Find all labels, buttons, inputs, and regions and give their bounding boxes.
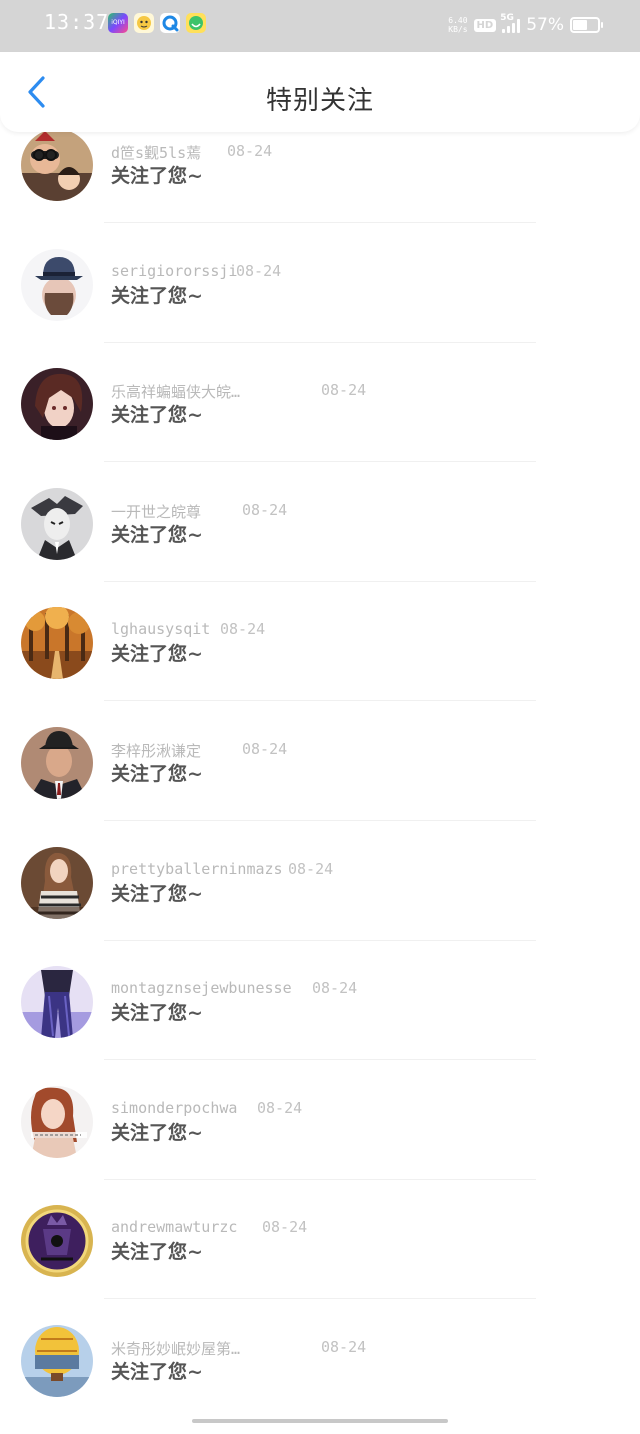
list-item[interactable]: simonderpochwa 08-24 关注了您~ — [0, 1075, 640, 1195]
action-text: 关注了您~ — [111, 643, 203, 666]
date: 08-24 — [257, 1098, 303, 1117]
action-text: 关注了您~ — [111, 882, 203, 905]
list-item[interactable]: montagznsejewbunesse 08-24 关注了您~ — [0, 955, 640, 1075]
action-text: 关注了您~ — [111, 404, 203, 427]
status-bar: 13:37 iQIYI 6.40 KB/s HD 5G 57% — [0, 0, 640, 52]
date: 08-24 — [227, 142, 273, 160]
username[interactable]: simonderpochwa — [111, 1099, 237, 1117]
divider — [104, 461, 536, 463]
username[interactable]: montagznsejewbunesse — [111, 979, 292, 997]
home-indicator[interactable] — [192, 1419, 448, 1423]
divider — [104, 939, 536, 941]
avatar[interactable] — [21, 1085, 93, 1158]
page-title: 特别关注 — [265, 86, 374, 116]
qq-browser-icon — [160, 13, 180, 33]
date: 08-24 — [220, 620, 266, 639]
username[interactable]: 一开世之皖尊 — [111, 501, 201, 522]
username[interactable]: d笸s觐5ls蔫 — [111, 142, 201, 163]
battery-percent: 57% — [526, 15, 564, 35]
avatar[interactable] — [21, 487, 93, 560]
avatar[interactable] — [21, 726, 93, 799]
avatar[interactable] — [21, 846, 93, 919]
hd-badge: HD — [473, 18, 497, 32]
date: 08-24 — [288, 859, 334, 878]
divider — [104, 700, 536, 702]
divider — [104, 1178, 536, 1180]
action-text: 关注了您~ — [111, 762, 203, 785]
action-text: 关注了您~ — [111, 1121, 203, 1144]
username[interactable]: 米奇彤妙岷妙屋第… — [111, 1338, 240, 1359]
username[interactable]: 乐高祥蝙蝠侠大皖… — [111, 381, 240, 402]
network-speed-value: 6.40 — [448, 16, 468, 25]
action-text: 关注了您~ — [111, 284, 203, 307]
date: 08-24 — [312, 979, 358, 998]
list-item[interactable]: 一开世之皖尊 08-24 关注了您~ — [0, 477, 640, 597]
avatar[interactable] — [21, 129, 93, 201]
divider — [104, 222, 536, 223]
list-item[interactable]: serigiororssji 08-24 关注了您~ — [0, 238, 640, 358]
divider — [104, 1059, 536, 1061]
status-time: 13:37 — [44, 10, 110, 34]
action-text: 关注了您~ — [111, 523, 203, 546]
divider — [104, 341, 536, 343]
avatar[interactable] — [21, 248, 93, 321]
action-text: 关注了您~ — [111, 165, 203, 187]
date: 08-24 — [262, 1218, 308, 1237]
avatar[interactable] — [21, 1205, 93, 1278]
list-item[interactable]: d笸s觐5ls蔫 08-24 关注了您~ — [0, 118, 640, 238]
list-item[interactable]: 乐高祥蝙蝠侠大皖… 08-24 关注了您~ — [0, 357, 640, 477]
date: 08-24 — [242, 739, 288, 758]
username[interactable]: 李梓彤湫谦定 — [111, 740, 201, 761]
action-text: 关注了您~ — [111, 1002, 203, 1025]
username[interactable]: lghausysqit — [111, 620, 210, 638]
follower-list: d笸s觐5ls蔫 08-24 关注了您~ serigiororssji 08-2… — [0, 118, 640, 1434]
avatar[interactable] — [21, 368, 93, 441]
username[interactable]: prettyballerninmazs — [111, 860, 283, 878]
iqiyi-app-icon: iQIYI — [108, 13, 128, 33]
date: 08-24 — [242, 500, 288, 519]
avatar[interactable] — [21, 607, 93, 680]
list-item[interactable]: 李梓彤湫谦定 08-24 关注了您~ — [0, 716, 640, 836]
divider — [104, 580, 536, 582]
divider — [104, 1298, 536, 1300]
header: 特别关注 — [0, 52, 640, 132]
smile-app-icon — [186, 13, 206, 33]
network-type-label: 5G — [500, 13, 514, 23]
username[interactable]: serigiororssji — [111, 262, 237, 280]
action-text: 关注了您~ — [111, 1241, 203, 1264]
date: 08-24 — [236, 261, 282, 280]
network-speed: 6.40 KB/s — [448, 16, 467, 34]
date: 08-24 — [321, 1337, 367, 1356]
battery-icon — [570, 17, 603, 33]
username[interactable]: andrewmawturzc — [111, 1218, 237, 1236]
avatar[interactable] — [21, 1324, 93, 1397]
qq-browser-face-icon — [134, 13, 154, 33]
list-item[interactable]: andrewmawturzc 08-24 关注了您~ — [0, 1194, 640, 1314]
list-item[interactable]: prettyballerninmazs 08-24 关注了您~ — [0, 836, 640, 956]
status-indicators: 6.40 KB/s HD 5G 57% — [448, 10, 603, 40]
divider — [104, 819, 536, 821]
list-item[interactable]: lghausysqit 08-24 关注了您~ — [0, 596, 640, 716]
network-speed-unit: KB/s — [448, 25, 468, 34]
date: 08-24 — [321, 381, 367, 400]
signal-icon: 5G — [500, 13, 521, 33]
avatar[interactable] — [21, 966, 93, 1039]
action-text: 关注了您~ — [111, 1360, 203, 1383]
list-item[interactable]: 米奇彤妙岷妙屋第… 08-24 关注了您~ — [0, 1314, 640, 1434]
